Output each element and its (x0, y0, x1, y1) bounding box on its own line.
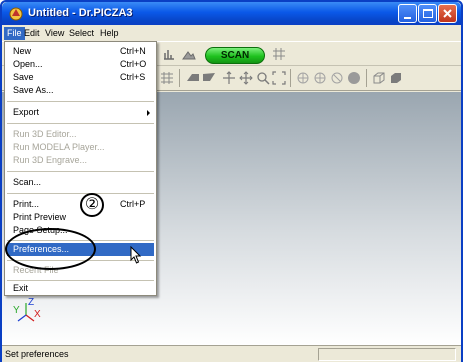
box-grid-icon[interactable] (372, 71, 386, 85)
menu-item-run-modela-player[interactable]: Run MODELA Player... (7, 141, 154, 154)
menu-item-scan[interactable]: Scan... (7, 176, 154, 189)
axis-y-label: Y (13, 305, 20, 316)
menu-item-label: Exit (13, 283, 29, 293)
menu-item-open[interactable]: Open... Ctrl+O (7, 58, 154, 71)
axis-x-label: X (34, 309, 41, 320)
menu-item-label: Save As... (13, 85, 54, 95)
rotate-icon[interactable] (222, 71, 236, 85)
menu-item-shortcut: Ctrl+P (120, 199, 146, 209)
close-button[interactable] (438, 4, 457, 23)
menu-separator (7, 123, 154, 124)
toolbar-separator (179, 69, 180, 87)
menu-item-label: Save (13, 72, 34, 82)
menu-item-label: Open... (13, 59, 43, 69)
solid-left-icon[interactable] (186, 71, 200, 85)
menu-item-shortcut: Ctrl+S (120, 72, 146, 82)
fit-icon[interactable] (272, 71, 286, 85)
mountain-icon[interactable] (182, 47, 196, 61)
menu-item-shortcut: Ctrl+N (120, 46, 146, 56)
menu-item-run-3d-engrave[interactable]: Run 3D Engrave... (7, 154, 154, 167)
mouse-pointer-icon (130, 246, 142, 264)
menu-item-save-as[interactable]: Save As... (7, 84, 154, 97)
menu-view[interactable]: View (42, 27, 67, 40)
menu-item-label: Print Preview (13, 212, 67, 222)
view-front-icon[interactable] (296, 71, 310, 85)
title-bar[interactable]: Untitled - Dr.PICZA3 (2, 2, 461, 25)
menu-item-label: Scan... (13, 177, 42, 187)
menu-help[interactable]: Help (97, 27, 122, 40)
grid-icon[interactable] (272, 47, 286, 61)
close-icon (443, 9, 452, 18)
menu-separator (7, 280, 154, 281)
menu-item-label: Run 3D Engrave... (13, 155, 88, 165)
menu-separator (7, 193, 154, 194)
menu-select[interactable]: Select (66, 27, 97, 40)
axis-z-label: Z (28, 297, 35, 308)
status-text: Set preferences (5, 349, 69, 359)
menu-item-label: Run MODELA Player... (13, 142, 105, 152)
menu-item-label: Run 3D Editor... (13, 129, 77, 139)
step-number-callout: ② (80, 193, 104, 217)
solid-right-icon[interactable] (202, 71, 216, 85)
menu-item-export[interactable]: Export (7, 106, 154, 119)
scan-button[interactable]: SCAN (205, 47, 265, 64)
menu-item-shortcut: Ctrl+O (120, 59, 147, 69)
menu-item-new[interactable]: New Ctrl+N (7, 45, 154, 58)
highlight-ellipse (5, 228, 96, 270)
menu-item-label: Export (13, 107, 40, 117)
move-icon[interactable] (239, 71, 253, 85)
box-solid-icon[interactable] (389, 71, 403, 85)
window-title: Untitled - Dr.PICZA3 (28, 7, 133, 19)
status-bar: Set preferences (2, 345, 461, 362)
menu-item-label: Print... (13, 199, 40, 209)
app-window: Untitled - Dr.PICZA3 File Edit View Sele… (0, 0, 463, 362)
zoom-icon[interactable] (256, 71, 270, 85)
axis-indicator: Z Y X (12, 297, 42, 329)
status-panel (318, 348, 456, 361)
bar-chart-icon[interactable] (162, 47, 176, 61)
menu-separator (7, 171, 154, 172)
submenu-arrow-icon (147, 110, 150, 116)
menu-item-exit[interactable]: Exit (7, 282, 154, 295)
menu-item-print-preview[interactable]: Print Preview (7, 211, 154, 224)
sphere-icon[interactable] (347, 71, 361, 85)
toolbar-separator (290, 69, 291, 87)
menu-edit[interactable]: Edit (21, 27, 43, 40)
menu-separator (7, 101, 154, 102)
menu-item-label: New (13, 46, 32, 56)
view-top-icon[interactable] (330, 71, 344, 85)
menu-item-run-3d-editor[interactable]: Run 3D Editor... (7, 128, 154, 141)
menu-bar: File Edit View Select Help (2, 25, 461, 41)
view-side-icon[interactable] (313, 71, 327, 85)
menu-item-save[interactable]: Save Ctrl+S (7, 71, 154, 84)
toolbar-separator (366, 69, 367, 87)
app-icon (9, 7, 23, 21)
minimize-button[interactable] (398, 4, 417, 23)
maximize-button[interactable] (418, 4, 437, 23)
mesh-icon[interactable] (160, 71, 174, 85)
